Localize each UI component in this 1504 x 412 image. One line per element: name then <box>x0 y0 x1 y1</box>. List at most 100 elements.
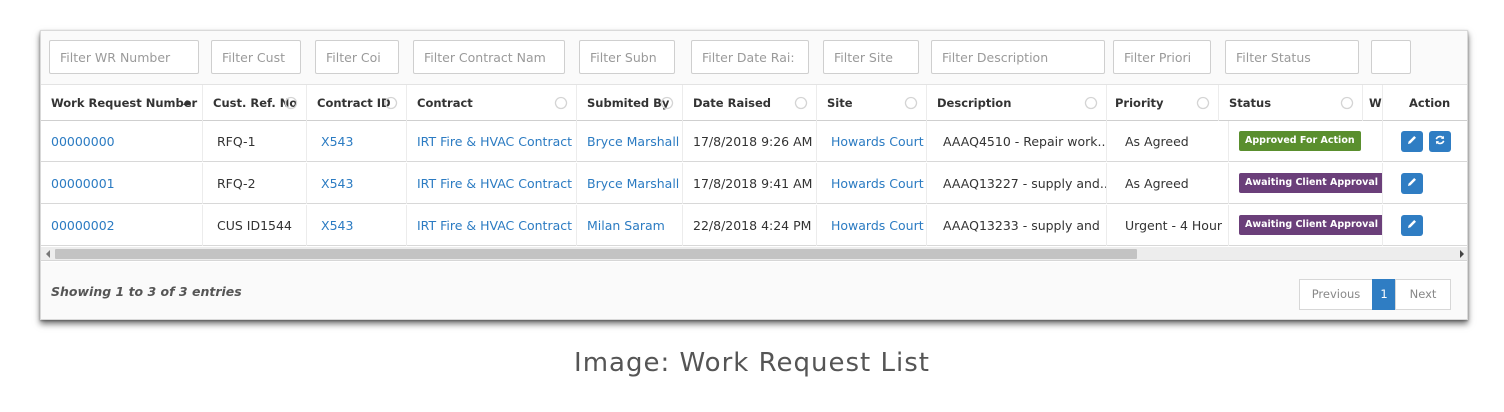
column-header-label: Work Request Number <box>51 96 198 110</box>
table-row: 00000000 RFQ-1 X543 IRT Fire & HVAC Cont… <box>41 121 1467 162</box>
column-header-label: Contract <box>417 96 473 110</box>
description-cell: AAAQ13233 - supply and <box>927 205 1107 246</box>
cust-ref-cell: RFQ-1 <box>203 121 307 162</box>
date-raised-cell: 17/8/2018 9:26 AM <box>683 121 817 162</box>
submitted-by-link[interactable]: Bryce Marshall <box>577 163 683 204</box>
column-header-label: Submited By <box>587 96 670 110</box>
refresh-icon <box>1434 121 1446 162</box>
column-header-site[interactable]: Site <box>817 85 927 121</box>
edit-icon <box>1406 205 1418 246</box>
priority-cell: As Agreed <box>1107 121 1229 162</box>
site-link[interactable]: Howards Court <box>817 163 927 204</box>
contract-link[interactable]: IRT Fire & HVAC Contract <box>407 121 577 162</box>
edit-icon <box>1406 163 1418 204</box>
contract-id-link[interactable]: X543 <box>307 163 407 204</box>
column-header-w[interactable]: W <box>1363 85 1383 121</box>
filter-extra-input[interactable] <box>1371 40 1411 74</box>
filter-contract-id-input[interactable] <box>315 40 399 74</box>
action-cell <box>1383 121 1467 162</box>
scrollbar-thumb[interactable] <box>55 249 1137 259</box>
sort-both-icon <box>554 96 568 110</box>
contract-id-link[interactable]: X543 <box>307 205 407 246</box>
filter-site-input[interactable] <box>823 40 919 74</box>
contract-link[interactable]: IRT Fire & HVAC Contract <box>407 205 577 246</box>
priority-cell: As Agreed <box>1107 163 1229 204</box>
table-row: 00000002 CUS ID1544 X543 IRT Fire & HVAC… <box>41 205 1467 246</box>
entries-info: Showing 1 to 3 of 3 entries <box>51 284 242 299</box>
filter-status-input[interactable] <box>1225 40 1359 74</box>
edit-icon <box>1406 121 1418 162</box>
site-link[interactable]: Howards Court <box>817 121 927 162</box>
column-header-label: Status <box>1229 96 1272 110</box>
sort-both-icon <box>1196 96 1210 110</box>
filter-priority-input[interactable] <box>1113 40 1211 74</box>
filter-wr-number-input[interactable] <box>49 40 199 74</box>
filter-date-raised-input[interactable] <box>691 40 809 74</box>
sort-both-icon <box>794 96 808 110</box>
status-badge: Awaiting Client Approval <box>1239 173 1382 193</box>
filter-row <box>41 31 1467 85</box>
horizontal-scrollbar[interactable] <box>41 247 1467 261</box>
scroll-left-arrow-icon[interactable] <box>41 247 55 261</box>
submitted-by-link[interactable]: Milan Saram <box>577 205 683 246</box>
sort-both-icon <box>1340 96 1354 110</box>
filter-contract-input[interactable] <box>413 40 565 74</box>
filter-submitted-by-input[interactable] <box>579 40 675 74</box>
next-page-button[interactable]: Next <box>1395 279 1451 310</box>
submitted-by-link[interactable]: Bryce Marshall <box>577 121 683 162</box>
priority-cell: Urgent - 4 Hour <box>1107 205 1229 246</box>
column-header-description[interactable]: Description <box>927 85 1107 121</box>
sort-both-icon <box>1084 96 1098 110</box>
sort-both-icon <box>904 96 918 110</box>
action-cell <box>1383 205 1467 246</box>
sort-both-icon <box>384 96 398 110</box>
status-badge: Approved For Action <box>1239 131 1361 151</box>
status-cell: Awaiting Client Approval <box>1229 205 1383 246</box>
wr-number-link[interactable]: 00000002 <box>41 205 203 246</box>
column-header-cust-ref[interactable]: Cust. Ref. No <box>203 85 307 121</box>
page-1-button[interactable]: 1 <box>1372 279 1396 310</box>
contract-id-link[interactable]: X543 <box>307 121 407 162</box>
column-header-label: Contract ID <box>317 96 391 110</box>
table-footer: Showing 1 to 3 of 3 entries Previous 1 N… <box>41 262 1467 319</box>
column-header-label: Description <box>937 96 1012 110</box>
column-header-label: W <box>1369 96 1382 110</box>
status-cell: Awaiting Client Approval <box>1229 163 1383 204</box>
column-header-label: Action <box>1409 96 1451 110</box>
image-caption: Image: Work Request List <box>574 348 930 378</box>
table-row: 00000001 RFQ-2 X543 IRT Fire & HVAC Cont… <box>41 163 1467 204</box>
column-header-date-raised[interactable]: Date Raised <box>683 85 817 121</box>
site-link[interactable]: Howards Court <box>817 205 927 246</box>
filter-cust-ref-input[interactable] <box>211 40 301 74</box>
edit-button[interactable] <box>1401 215 1423 236</box>
date-raised-cell: 17/8/2018 9:41 AM <box>683 163 817 204</box>
column-header-label: Site <box>827 96 853 110</box>
sort-both-icon <box>660 96 674 110</box>
edit-button[interactable] <box>1401 131 1423 152</box>
sort-ascending-icon <box>180 96 194 110</box>
contract-link[interactable]: IRT Fire & HVAC Contract <box>407 163 577 204</box>
status-badge: Awaiting Client Approval <box>1239 215 1382 235</box>
scroll-right-arrow-icon[interactable] <box>1455 247 1467 261</box>
wr-number-link[interactable]: 00000001 <box>41 163 203 204</box>
wr-number-link[interactable]: 00000000 <box>41 121 203 162</box>
edit-button[interactable] <box>1401 173 1423 194</box>
column-header-priority[interactable]: Priority <box>1107 85 1219 121</box>
refresh-button[interactable] <box>1429 131 1451 152</box>
cust-ref-cell: RFQ-2 <box>203 163 307 204</box>
column-header-wr-number[interactable]: Work Request Number <box>41 85 203 121</box>
sort-both-icon <box>284 96 298 110</box>
column-header-contract-id[interactable]: Contract ID <box>307 85 407 121</box>
cust-ref-cell: CUS ID1544 <box>203 205 307 246</box>
status-cell: Approved For Action <box>1229 121 1383 162</box>
table-header-row: Work Request Number Cust. Ref. No Contra… <box>41 85 1467 121</box>
column-header-contract[interactable]: Contract <box>407 85 577 121</box>
previous-page-button[interactable]: Previous <box>1299 279 1373 310</box>
date-raised-cell: 22/8/2018 4:24 PM <box>683 205 817 246</box>
action-cell <box>1383 163 1467 204</box>
column-header-label: Date Raised <box>693 96 772 110</box>
column-header-submitted-by[interactable]: Submited By <box>577 85 683 121</box>
column-header-action: Action <box>1383 85 1467 121</box>
filter-description-input[interactable] <box>931 40 1105 74</box>
column-header-status[interactable]: Status <box>1219 85 1363 121</box>
